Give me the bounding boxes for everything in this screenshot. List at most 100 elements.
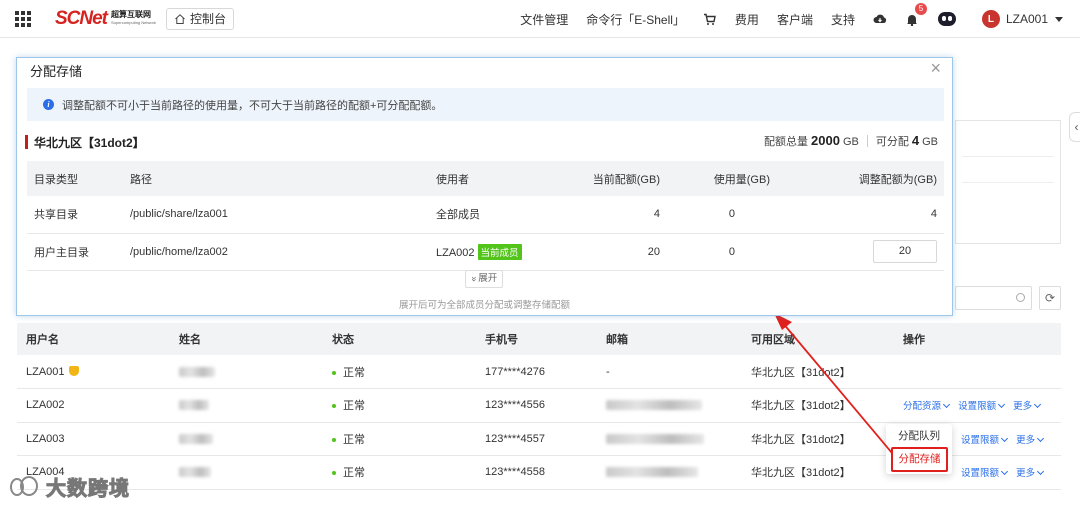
status-cell: 正常 [343, 366, 365, 379]
username-cell: LZA001 [26, 365, 65, 378]
username-cell: LZA002 [17, 388, 170, 423]
assign-resource-link[interactable]: 分配资源 [903, 401, 951, 412]
user-menu[interactable]: L LZA001 [981, 10, 1063, 28]
quota-table: 目录类型 路径 使用者 当前配额(GB) 使用量(GB) 调整配额为(GB) 共… [27, 161, 944, 271]
logo-en-text: Supercomputing Network [111, 19, 156, 25]
phone-cell: 123****4556 [476, 388, 597, 423]
quota-summary: 配额总量 2000 GB 可分配 4 GB [764, 133, 938, 148]
background-panel [955, 120, 1061, 244]
phone-cell: 123****4557 [476, 422, 597, 456]
adjust-cell: 4 [777, 196, 944, 234]
double-chevron-down-icon: » [468, 276, 480, 282]
nav-client[interactable]: 客户端 [777, 11, 813, 28]
scnet-logo[interactable]: SCNet 超算互联网 Supercomputing Network [55, 8, 156, 30]
dir-type-cell: 共享目录 [27, 196, 123, 234]
region-cell: 华北九区【31dot2】 [742, 355, 894, 389]
col-path: 路径 [123, 161, 429, 196]
col-dir-type: 目录类型 [27, 161, 123, 196]
set-limit-link[interactable]: 设置限额 [958, 401, 1006, 412]
search-icon [1016, 293, 1025, 302]
chevron-down-icon [1000, 468, 1009, 476]
col-actions: 操作 [894, 323, 1061, 355]
info-icon: i [43, 99, 54, 110]
chevron-down-icon [942, 401, 951, 409]
console-button[interactable]: 控制台 [165, 7, 234, 30]
expand-button[interactable]: »展开 [465, 270, 504, 288]
redacted-email [606, 433, 704, 444]
notification-badge: 5 [914, 3, 927, 15]
redacted-name [179, 433, 213, 444]
col-username: 用户名 [17, 323, 170, 355]
redacted-email [606, 467, 698, 478]
logo-text: SCNet [55, 7, 108, 29]
console-label: 控制台 [189, 12, 226, 26]
col-adjust-quota: 调整配额为(GB) [777, 161, 944, 196]
region-accent-bar [25, 135, 28, 149]
chevron-down-icon [998, 401, 1006, 409]
quota-cell: 4 [579, 196, 667, 234]
set-limit-link[interactable]: 设置限额 [961, 434, 1009, 446]
quota-total-value: 2000 [811, 133, 840, 148]
ai-assistant-icon[interactable] [937, 12, 956, 26]
menu-item-assign-queue[interactable]: 分配队列 [886, 424, 952, 449]
set-limit-link[interactable]: 设置限额 [961, 468, 1009, 479]
used-cell: 0 [667, 196, 777, 234]
bell-icon[interactable]: 5 [905, 3, 927, 26]
region-title: 华北九区【31dot2】 [34, 136, 145, 150]
col-current-quota: 当前配额(GB) [579, 161, 667, 196]
search-input[interactable] [955, 286, 1032, 310]
region-cell: 华北九区【31dot2】 [742, 455, 894, 490]
used-cell: 0 [667, 233, 777, 271]
home-icon [175, 13, 185, 24]
table-row: LZA001 正常 177****4276 - 华北九区【31dot2】 [17, 355, 1061, 389]
col-email: 邮箱 [597, 323, 742, 355]
col-status: 状态 [323, 323, 476, 355]
avatar: L [981, 10, 1000, 28]
nav-file-manager[interactable]: 文件管理 [520, 11, 568, 28]
watermark-text: 大数跨境 [46, 478, 130, 501]
phone-cell: 177****4276 [476, 355, 597, 389]
watermark-logo-icon [8, 474, 42, 500]
redacted-name [179, 400, 209, 411]
cloud-download-icon[interactable] [873, 12, 887, 26]
apps-grid-icon[interactable] [15, 10, 31, 27]
close-icon[interactable]: × [930, 59, 941, 77]
alert-text: 调整配额不可小于当前路径的使用量，不可大于当前路径的配额+可分配配额。 [62, 99, 443, 112]
nav-eshell[interactable]: 命令行「E-Shell」 [586, 11, 685, 28]
status-dot-icon [332, 370, 336, 375]
admin-crown-icon [68, 365, 79, 376]
current-member-tag: 当前成员 [477, 243, 522, 260]
email-cell: - [597, 355, 742, 389]
col-region: 可用区域 [742, 323, 894, 355]
table-row: 共享目录 /public/share/lza001 全部成员 4 0 4 [27, 196, 944, 234]
path-cell: /public/home/lza002 [123, 233, 429, 271]
more-link[interactable]: 更多 [1016, 434, 1045, 446]
col-user: 使用者 [429, 161, 579, 196]
available-value: 4 [911, 133, 920, 148]
quota-cell: 20 [579, 233, 667, 271]
user-cell: 全部成员 [429, 196, 579, 234]
col-phone: 手机号 [476, 323, 597, 355]
chevron-left-icon[interactable]: ‹ [1069, 112, 1080, 142]
menu-item-assign-storage[interactable]: 分配存储 [891, 447, 948, 472]
region-cell: 华北九区【31dot2】 [742, 422, 894, 456]
col-name: 姓名 [170, 323, 323, 355]
status-cell: 正常 [343, 400, 365, 413]
assign-storage-modal: 分配存储 × i 调整配额不可小于当前路径的使用量，不可大于当前路径的配额+可分… [16, 57, 953, 316]
status-cell: 正常 [343, 467, 365, 480]
cart-icon[interactable] [703, 12, 717, 26]
refresh-button[interactable]: ⟳ [1039, 286, 1061, 310]
username-cell: LZA003 [17, 422, 170, 456]
modal-title: 分配存储 [30, 64, 83, 79]
nav-billing[interactable]: 费用 [735, 11, 759, 28]
more-link[interactable]: 更多 [1013, 401, 1042, 412]
info-alert: i 调整配额不可小于当前路径的使用量，不可大于当前路径的配额+可分配配额。 [27, 88, 944, 121]
redacted-name [179, 366, 215, 377]
nav-support[interactable]: 支持 [831, 11, 855, 28]
logo-cn-text: 超算互联网 [111, 9, 152, 19]
more-link[interactable]: 更多 [1016, 468, 1045, 479]
redacted-name [179, 467, 211, 478]
adjust-quota-input[interactable]: 20 [873, 240, 937, 263]
status-dot-icon [332, 437, 336, 442]
refresh-icon: ⟳ [1044, 291, 1056, 305]
